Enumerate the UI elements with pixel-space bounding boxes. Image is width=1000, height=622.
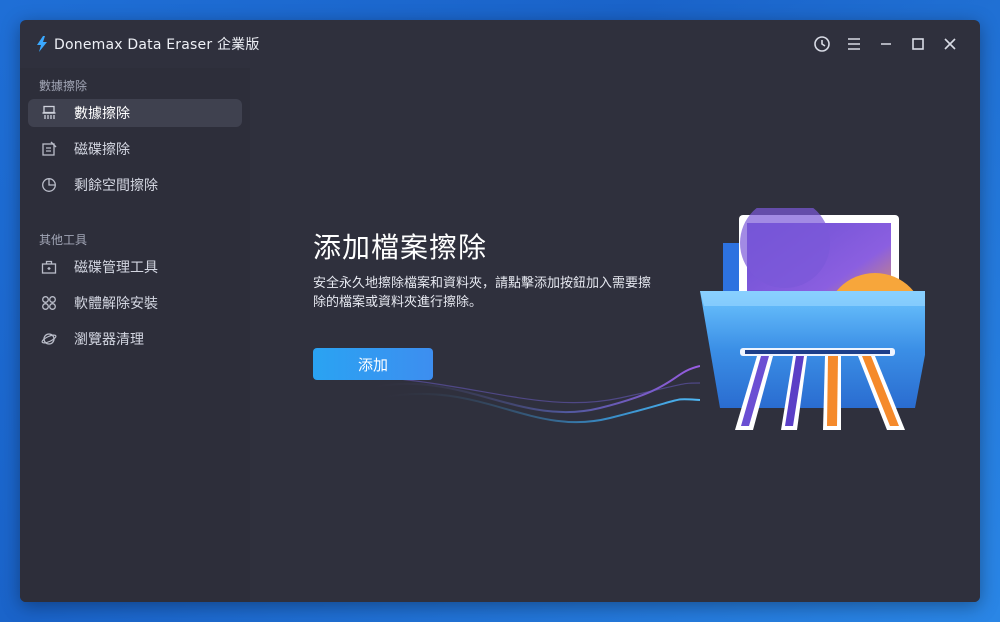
section-label-other-tools: 其他工具	[39, 233, 88, 247]
sidebar: 數據擦除 數據擦除 磁碟擦除 剩餘空間擦除 其他工具 磁碟管理工具 軟體解除安裝…	[20, 68, 250, 602]
sidebar-item-disk-manager[interactable]: 磁碟管理工具	[28, 253, 242, 281]
app-window: Donemax Data Eraser 企業版 數據擦除 數據擦除 磁碟擦除 剩…	[20, 20, 980, 602]
shredder-illustration	[700, 208, 925, 430]
menu-icon[interactable]	[838, 32, 870, 56]
main-panel: 添加檔案擦除 安全永久地擦除檔案和資料夾，請點擊添加按鈕加入需要擦除的檔案或資料…	[250, 68, 980, 602]
sidebar-item-browser-cleanup[interactable]: 瀏覽器清理	[28, 325, 242, 353]
history-icon[interactable]	[806, 32, 838, 56]
shredder-icon	[40, 104, 58, 122]
minimize-icon[interactable]	[870, 32, 902, 56]
page-description: 安全永久地擦除檔案和資料夾，請點擊添加按鈕加入需要擦除的檔案或資料夾進行擦除。	[313, 276, 652, 310]
sidebar-item-label: 磁碟擦除	[74, 142, 130, 158]
sidebar-item-label: 軟體解除安裝	[74, 296, 158, 312]
lightning-icon	[37, 36, 47, 52]
pie-chart-icon	[40, 176, 58, 194]
close-icon[interactable]	[934, 32, 966, 56]
section-label-data-erase: 數據擦除	[39, 79, 88, 93]
toolbox-icon	[40, 258, 58, 276]
app-title-area: Donemax Data Eraser 企業版	[36, 34, 260, 54]
sidebar-item-uninstaller[interactable]: 軟體解除安裝	[28, 289, 242, 317]
sidebar-item-label: 剩餘空間擦除	[74, 178, 158, 194]
page-heading: 添加檔案擦除	[313, 231, 488, 264]
window-controls	[806, 32, 966, 56]
disk-edit-icon	[40, 140, 58, 158]
sidebar-item-label: 數據擦除	[74, 106, 130, 122]
sidebar-item-free-space-erase[interactable]: 剩餘空間擦除	[28, 171, 242, 199]
sidebar-item-data-erase[interactable]: 數據擦除	[28, 99, 242, 127]
planet-icon	[40, 330, 58, 348]
sidebar-item-disk-erase[interactable]: 磁碟擦除	[28, 135, 242, 163]
add-button[interactable]: 添加	[313, 348, 433, 380]
app-title: Donemax Data Eraser 企業版	[54, 37, 260, 53]
maximize-icon[interactable]	[902, 32, 934, 56]
sidebar-item-label: 磁碟管理工具	[74, 260, 158, 276]
apps-icon	[40, 294, 58, 312]
title-bar: Donemax Data Eraser 企業版	[20, 20, 980, 68]
sidebar-item-label: 瀏覽器清理	[74, 332, 144, 348]
